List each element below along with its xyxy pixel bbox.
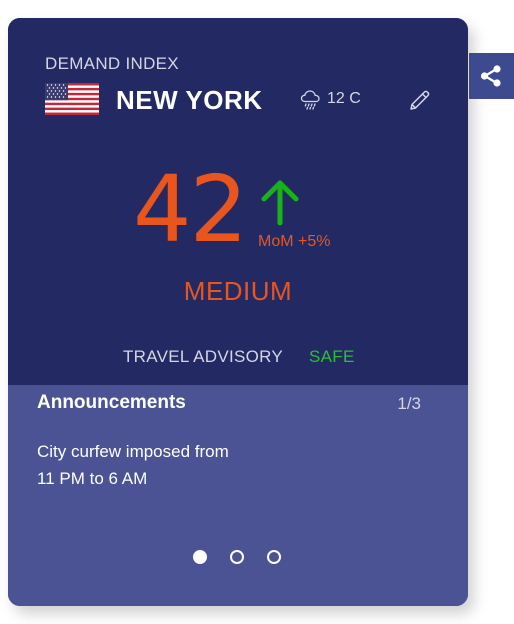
carousel-dot-1[interactable] [193,550,207,564]
demand-index-value: 42 [133,156,248,263]
travel-advisory-label: TRAVEL ADVISORY [123,347,284,366]
section-label: DEMAND INDEX [45,54,179,73]
trend-up-arrow-icon [261,180,299,226]
demand-level: MEDIUM [183,276,293,306]
announcement-line: 11 PM to 6 AM [37,469,148,488]
card-summary-panel: DEMAND INDEX NEW YORK 12 C 42 MoM +5% ME… [8,18,468,385]
announcement-line: City curfew imposed from [37,442,229,461]
carousel-dot-2[interactable] [230,550,244,564]
announcements-panel [8,385,468,606]
city-name: NEW YORK [116,85,263,115]
demand-index-card: DEMAND INDEX NEW YORK 12 C 42 MoM +5% ME… [8,18,468,606]
share-button[interactable] [469,53,514,99]
announcements-pager: 1/3 [397,394,421,413]
temperature-text: 12 C [327,90,361,107]
carousel-dot-3[interactable] [267,550,281,564]
trend-label: MoM +5% [258,233,331,250]
share-icon [480,65,501,87]
edit-pencil-icon[interactable] [408,88,432,112]
announcement-text: City curfew imposed from 11 PM to 6 AM [37,438,297,492]
announcements-title: Announcements [37,392,186,413]
travel-advisory-status: SAFE [309,347,355,366]
us-flag-icon [45,83,99,115]
rain-cloud-icon [300,90,320,110]
